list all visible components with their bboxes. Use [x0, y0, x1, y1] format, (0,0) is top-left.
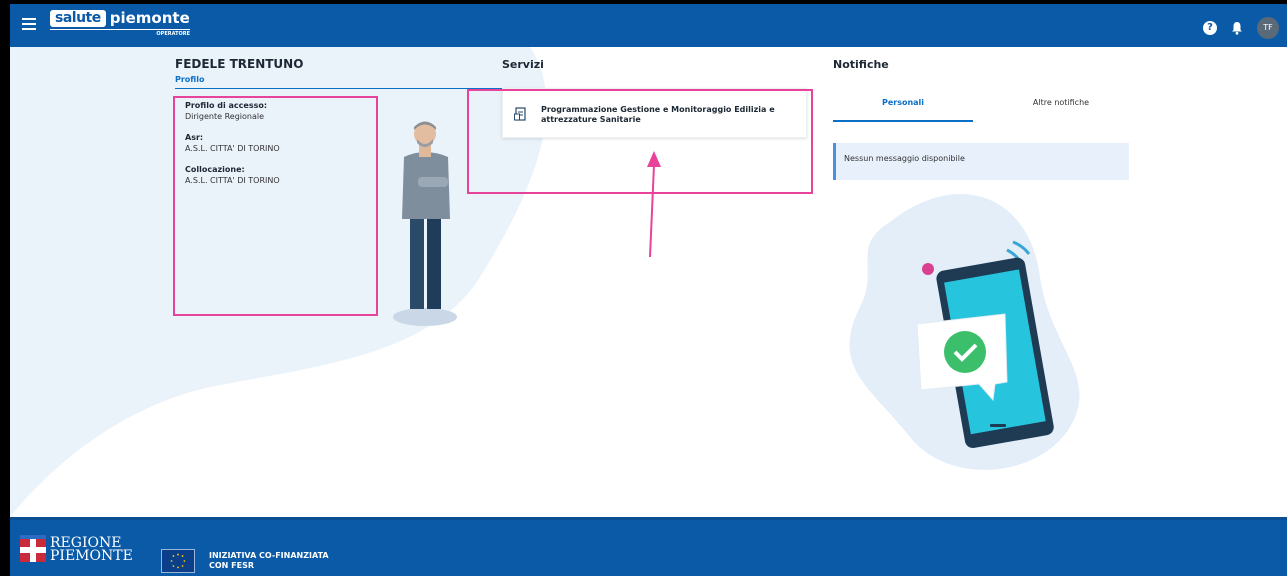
bell-icon[interactable]: [1231, 21, 1243, 35]
eu-line2: CON FESR: [209, 561, 255, 570]
menu-icon[interactable]: [22, 18, 36, 30]
eu-cofinancing-text: INIZIATIVA CO-FINANZIATA CON FESR: [209, 551, 329, 571]
main-content: FEDELE TRENTUNO Profilo Profilo di acces…: [10, 47, 1287, 517]
regione-piemonte-logo[interactable]: REGIONE PIEMONTE: [20, 535, 133, 565]
piemonte-flag-icon: [20, 535, 46, 562]
footer: REGIONE PIEMONTE INIZIATIVA CO-FINANZIAT…: [10, 517, 1287, 576]
region-line2: PIEMONTE: [50, 548, 133, 564]
logo-subtitle: OPERATORE: [50, 29, 190, 37]
eu-line1: INIZIATIVA CO-FINANZIATA: [209, 551, 329, 560]
logo-salute: salute: [50, 10, 106, 27]
top-navbar: salute piemonte OPERATORE ? TF: [10, 0, 1287, 47]
help-icon[interactable]: ?: [1203, 21, 1217, 35]
annotation-arrow: [647, 151, 661, 258]
logo-piemonte: piemonte: [109, 9, 190, 27]
avatar[interactable]: TF: [1257, 17, 1279, 39]
app-logo[interactable]: salute piemonte OPERATORE: [50, 10, 190, 42]
eu-flag-icon: [161, 549, 195, 573]
